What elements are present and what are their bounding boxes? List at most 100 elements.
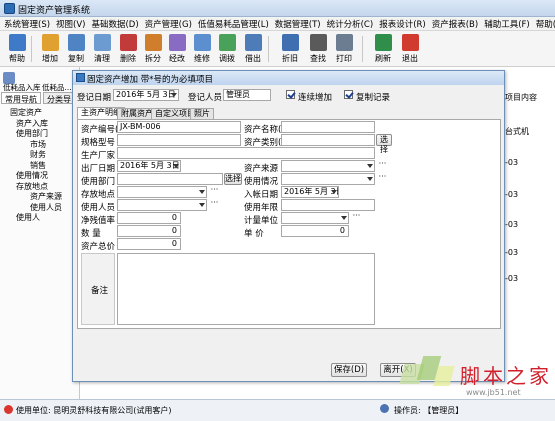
menu-statistics[interactable]: 统计分析(C) bbox=[327, 18, 374, 30]
exit-power-icon bbox=[401, 34, 419, 51]
toolbar-button-label: 打印 bbox=[336, 54, 352, 63]
menu-asset-management[interactable]: 资产管理(G) bbox=[145, 18, 192, 30]
continuous-add-label: 连续增加 bbox=[298, 93, 333, 103]
user-select[interactable] bbox=[117, 199, 207, 211]
reg-date-picker[interactable]: 2016年 5月 3日 bbox=[113, 89, 179, 101]
watermark: 脚本之家 www.jb51.net bbox=[399, 354, 552, 399]
category-select-button[interactable]: 选择 bbox=[376, 134, 392, 154]
asset-add-dialog: 固定资产增加 带*号的为必填项目 登记日期 2016年 5月 3日 登记人员 管… bbox=[72, 70, 505, 382]
user-more-button[interactable]: ··· bbox=[208, 199, 221, 211]
toolbar-button[interactable]: 复制 bbox=[62, 33, 90, 65]
manufacturer-label: 生产厂家 bbox=[81, 151, 116, 161]
app-icon bbox=[4, 3, 15, 14]
toolbar-button[interactable]: 退出 bbox=[396, 33, 424, 65]
lend-icon bbox=[244, 34, 262, 51]
price-input[interactable]: 0 bbox=[281, 225, 349, 237]
manufacturer-input[interactable] bbox=[117, 147, 375, 159]
location-select[interactable] bbox=[117, 186, 207, 198]
factory-date-label: 出厂日期 bbox=[81, 164, 116, 174]
dept-input[interactable] bbox=[117, 173, 223, 185]
grid-cell: 台式机 bbox=[505, 127, 529, 136]
tab-photos[interactable]: 照片 bbox=[190, 108, 214, 119]
toolbar-button[interactable]: 删除 bbox=[114, 33, 142, 65]
toolbar-button-label: 清理 bbox=[94, 54, 110, 63]
quantity-input[interactable]: 0 bbox=[117, 225, 181, 237]
chevron-down-icon bbox=[173, 164, 179, 168]
toolbar-button[interactable]: 维修 bbox=[188, 33, 216, 65]
quantity-value: 0 bbox=[171, 226, 177, 235]
tree-node[interactable]: 固定资产 bbox=[10, 107, 42, 118]
save-button[interactable]: 保存(D) bbox=[331, 363, 367, 377]
tree-node[interactable]: 使用人员 bbox=[30, 202, 62, 213]
menu-view[interactable]: 视图(V) bbox=[56, 18, 85, 30]
location-more-button[interactable]: ··· bbox=[208, 186, 221, 198]
toolbar-button[interactable]: 折旧 bbox=[276, 33, 304, 65]
spec-input[interactable] bbox=[117, 134, 241, 146]
clear-icon bbox=[93, 34, 111, 51]
reg-person-field[interactable]: 管理员 bbox=[223, 89, 271, 101]
toolbar-button[interactable]: 刷新 bbox=[369, 33, 397, 65]
remark-textarea[interactable] bbox=[117, 253, 375, 325]
entry-date-picker[interactable]: 2016年 5月 3日 bbox=[281, 186, 339, 198]
tree-node[interactable]: 资产入库 bbox=[16, 118, 48, 129]
menu-tools[interactable]: 辅助工具(F) bbox=[484, 18, 530, 30]
tree-node[interactable]: 资产来源 bbox=[30, 191, 62, 202]
unit-status-icon bbox=[4, 405, 13, 414]
price-value: 0 bbox=[339, 226, 345, 235]
toolbar-button-label: 维修 bbox=[194, 54, 210, 63]
menu-low-value[interactable]: 低值易耗品管理(L) bbox=[198, 18, 269, 30]
status-more-button[interactable]: ··· bbox=[376, 173, 389, 185]
menu-asset-report[interactable]: 资产报表(B) bbox=[432, 18, 478, 30]
copy-icon bbox=[67, 34, 85, 51]
watermark-logo bbox=[399, 354, 460, 394]
tree-node[interactable]: 市场 bbox=[30, 139, 46, 150]
tree-node[interactable]: 使用部门 bbox=[16, 128, 48, 139]
toolbar-button[interactable]: 清理 bbox=[88, 33, 116, 65]
reg-date-label: 登记日期 bbox=[77, 93, 112, 103]
source-select[interactable] bbox=[281, 160, 375, 172]
asset-code-input[interactable]: JX-BM-006 bbox=[117, 121, 241, 133]
remark-label: 备注 bbox=[91, 286, 109, 296]
toolbar-button[interactable]: 借出 bbox=[239, 33, 267, 65]
grid-cell: -03 bbox=[505, 158, 519, 167]
status-select[interactable] bbox=[281, 173, 375, 185]
tab-common-navigation[interactable]: 常用导航 bbox=[1, 92, 41, 104]
toolbar-button[interactable]: 打印 bbox=[330, 33, 358, 65]
unit-select[interactable] bbox=[281, 212, 349, 224]
add-icon bbox=[41, 34, 59, 51]
asset-name-input[interactable] bbox=[281, 121, 375, 133]
tree-node[interactable]: 存放地点 bbox=[16, 181, 48, 192]
dept-select-button[interactable]: 选择 bbox=[224, 173, 242, 185]
remark-label-box: 备注 bbox=[81, 253, 115, 325]
toolbar-button[interactable]: 帮助 bbox=[3, 33, 31, 65]
continuous-add-checkbox[interactable] bbox=[286, 90, 295, 99]
menu-report-design[interactable]: 报表设计(R) bbox=[379, 18, 426, 30]
life-input[interactable] bbox=[281, 199, 375, 211]
toolbar-button[interactable]: 调拨 bbox=[213, 33, 241, 65]
toolbar-separator bbox=[268, 36, 269, 62]
residual-rate-input[interactable]: 0 bbox=[117, 212, 181, 224]
category-input[interactable] bbox=[281, 134, 375, 146]
chevron-down-icon bbox=[171, 93, 177, 97]
toolbar-button[interactable]: 增加 bbox=[36, 33, 64, 65]
tree-node[interactable]: 使用情况 bbox=[16, 170, 48, 181]
tab-category-navigation[interactable]: 分类导 bbox=[43, 92, 75, 104]
factory-date-picker[interactable]: 2016年 5月 3日 bbox=[117, 160, 181, 172]
menu-basic-data[interactable]: 基础数据(D) bbox=[91, 18, 138, 30]
quantity-label: 数 量 bbox=[81, 229, 101, 239]
source-more-button[interactable]: ··· bbox=[376, 160, 389, 172]
toolbar-button[interactable]: 经改 bbox=[163, 33, 191, 65]
tree-node[interactable]: 销售 bbox=[30, 160, 46, 171]
menu-system[interactable]: 系统管理(S) bbox=[4, 18, 50, 30]
menu-data-management[interactable]: 数据管理(T) bbox=[275, 18, 321, 30]
menu-help[interactable]: 帮助(H) bbox=[536, 18, 555, 30]
total-input[interactable]: 0 bbox=[117, 238, 181, 250]
unit-more-button[interactable]: ··· bbox=[350, 212, 363, 224]
chevron-down-icon bbox=[367, 164, 373, 168]
tree-node[interactable]: 使用人 bbox=[16, 212, 40, 223]
chevron-down-icon bbox=[341, 216, 347, 220]
status-label: 使用情况 bbox=[244, 177, 279, 187]
toolbar-button[interactable]: 查找 bbox=[304, 33, 332, 65]
copy-record-checkbox[interactable] bbox=[344, 90, 353, 99]
tree-node[interactable]: 财务 bbox=[30, 149, 46, 160]
